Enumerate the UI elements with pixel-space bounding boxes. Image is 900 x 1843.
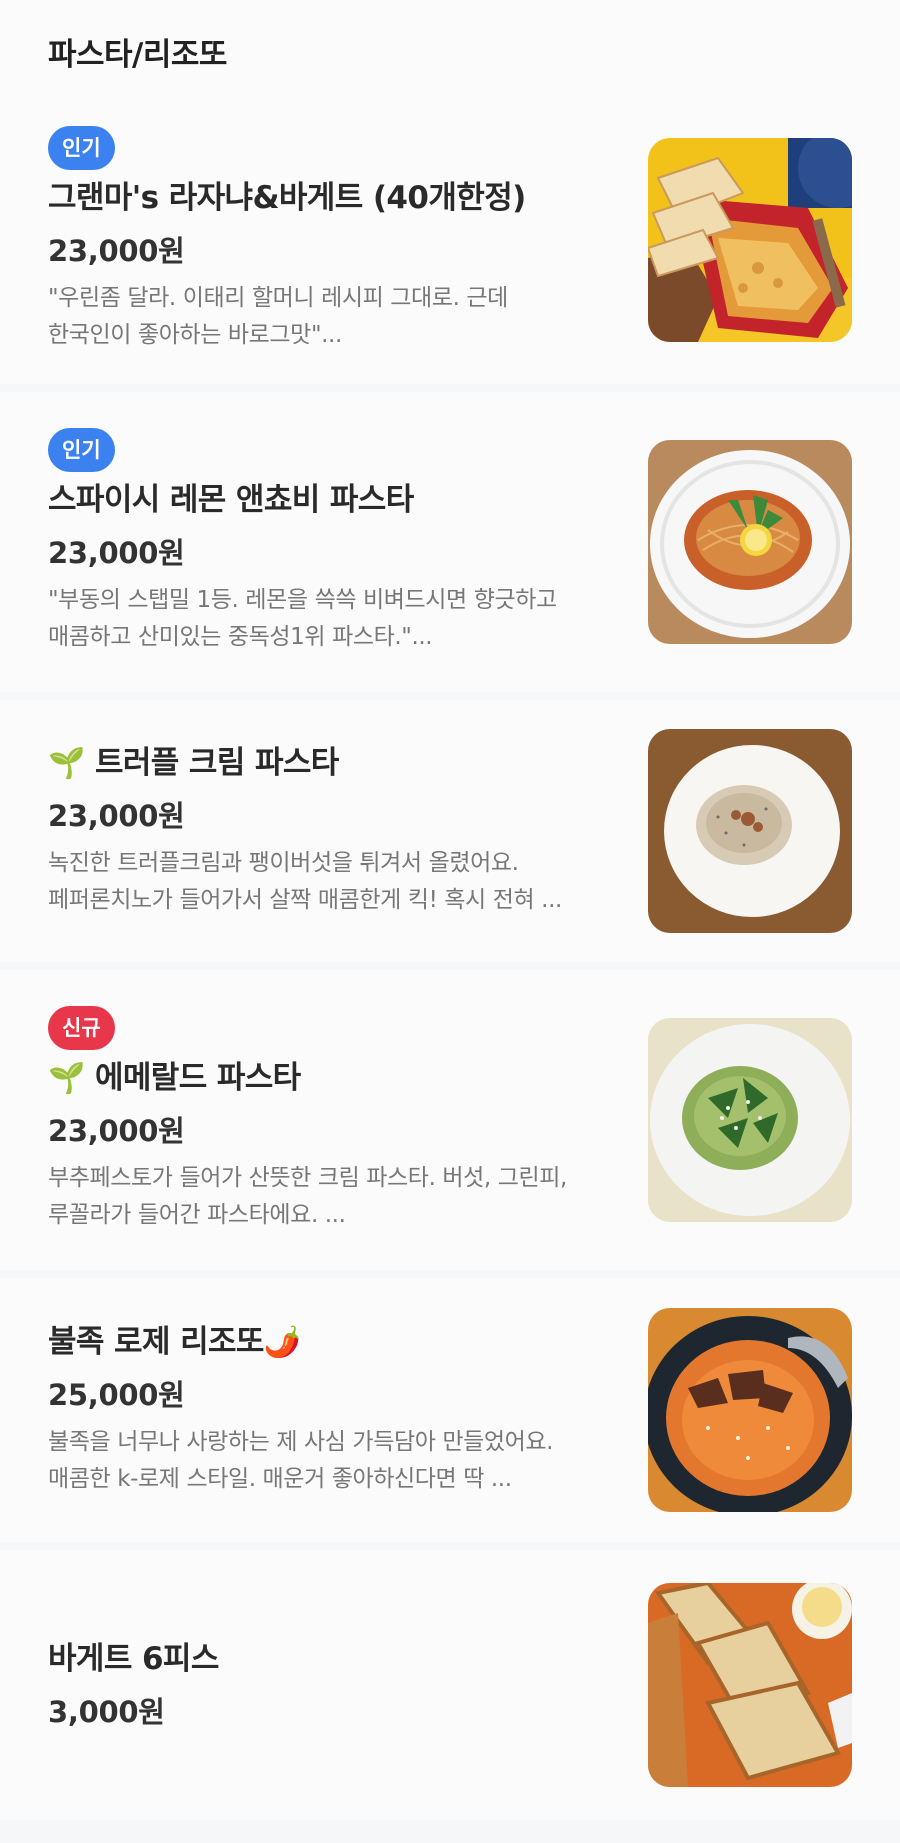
menu-item-info: 🌱 트러플 크림 파스타 23,000원 녹진한 트러플크림과 팽이버섯을 튀겨… bbox=[48, 743, 648, 919]
chili-pepper-icon: 🌶️ bbox=[263, 1325, 301, 1361]
menu-item-price: 23,000원 bbox=[48, 234, 185, 269]
sprout-icon: 🌱 bbox=[48, 1061, 85, 1097]
description-line: 루꼴라가 들어간 파스타에요. ... bbox=[48, 1202, 346, 1229]
menu-item-name-text: 불족 로제 리조또 bbox=[48, 1324, 264, 1361]
description-line: "우린좀 달라. 이태리 할머니 레시피 그대로. 근데 bbox=[48, 285, 508, 312]
menu-item-description: 녹진한 트러플크림과 팽이버섯을 튀겨서 올렸어요. 페퍼론치노가 들어가서 살… bbox=[48, 845, 618, 919]
menu-item-info: 신규 🌱 에메랄드 파스타 23,000원 부추페스토가 들어가 산뜻한 크림 … bbox=[48, 1006, 648, 1234]
menu-item-info: 바게트 6피스 3,000원 bbox=[48, 1639, 648, 1731]
description-line: 부추페스토가 들어가 산뜻한 크림 파스타. 버섯, 그린피, bbox=[48, 1165, 567, 1192]
popular-badge: 인기 bbox=[48, 126, 115, 171]
menu-item-lasagna[interactable]: 인기 그랜마's 라자냐&바게트 (40개한정) 23,000원 "우린좀 달라… bbox=[0, 96, 900, 384]
description-line: 한국인이 좋아하는 바로그맛"... bbox=[48, 322, 342, 349]
menu-item-info: 인기 스파이시 레몬 앤쵸비 파스타 23,000원 "부동의 스탭밀 1등. … bbox=[48, 428, 648, 656]
description-line: 녹진한 트러플크림과 팽이버섯을 튀겨서 올렸어요. bbox=[48, 850, 519, 877]
truffle-cream-pasta-photo bbox=[648, 729, 852, 933]
menu-item-description: "우린좀 달라. 이태리 할머니 레시피 그대로. 근데 한국인이 좋아하는 바… bbox=[48, 280, 618, 354]
menu-item-info: 인기 그랜마's 라자냐&바게트 (40개한정) 23,000원 "우린좀 달라… bbox=[48, 126, 648, 354]
new-badge: 신규 bbox=[48, 1006, 115, 1051]
menu-item-name: 🌱 트러플 크림 파스타 bbox=[48, 743, 618, 783]
menu-item-price: 23,000원 bbox=[48, 799, 185, 834]
description-line: 불족을 너무나 사랑하는 제 사심 가득담아 만들었어요. bbox=[48, 1429, 554, 1456]
menu-item-info: 불족 로제 리조또🌶️ 25,000원 불족을 너무나 사랑하는 제 사심 가득… bbox=[48, 1322, 648, 1498]
description-line: 매콤한 k-로제 스타일. 매운거 좋아하신다면 딱 ... bbox=[48, 1466, 512, 1493]
menu-item-description: 불족을 너무나 사랑하는 제 사심 가득담아 만들었어요. 매콤한 k-로제 스… bbox=[48, 1424, 618, 1498]
menu-item-name: 바게트 6피스 bbox=[48, 1640, 219, 1677]
menu-item-name-text: 에메랄드 파스타 bbox=[94, 1060, 301, 1097]
section-header: 파스타/리조또 bbox=[0, 0, 900, 96]
menu-item-truffle-cream[interactable]: 🌱 트러플 크림 파스타 23,000원 녹진한 트러플크림과 팽이버섯을 튀겨… bbox=[0, 700, 900, 962]
menu-item-name: 스파이시 레몬 앤쵸비 파스타 bbox=[48, 482, 414, 519]
section-title: 파스타/리조또 bbox=[48, 36, 227, 73]
menu-item-description: "부동의 스탭밀 1등. 레몬을 쓱쓱 비벼드시면 향긋하고 매콤하고 산미있는… bbox=[48, 582, 618, 656]
menu-item-name: 그랜마's 라자냐&바게트 (40개한정) bbox=[48, 180, 526, 217]
lemon-anchovy-pasta-photo bbox=[648, 440, 852, 644]
menu-item-name: 불족 로제 리조또🌶️ bbox=[48, 1322, 618, 1362]
menu-item-rose-risotto[interactable]: 불족 로제 리조또🌶️ 25,000원 불족을 너무나 사랑하는 제 사심 가득… bbox=[0, 1278, 900, 1542]
menu-item-name: 🌱 에메랄드 파스타 bbox=[48, 1058, 618, 1098]
description-line: "부동의 스탭밀 1등. 레몬을 쓱쓱 비벼드시면 향긋하고 bbox=[48, 587, 557, 614]
baguette-photo bbox=[648, 1583, 852, 1787]
menu-page: 파스타/리조또 인기 그랜마's 라자냐&바게트 (40개한정) 23,000원… bbox=[0, 0, 900, 1843]
menu-item-price: 23,000원 bbox=[48, 1114, 185, 1149]
menu-item-baguette[interactable]: 바게트 6피스 3,000원 bbox=[0, 1550, 900, 1820]
sprout-icon: 🌱 bbox=[48, 746, 85, 782]
emerald-pasta-photo bbox=[648, 1018, 852, 1222]
popular-badge: 인기 bbox=[48, 428, 115, 473]
menu-item-description: 부추페스토가 들어가 산뜻한 크림 파스타. 버섯, 그린피, 루꼴라가 들어간… bbox=[48, 1160, 618, 1234]
description-line: 매콤하고 산미있는 중독성1위 파스타."... bbox=[48, 624, 433, 651]
menu-item-price: 25,000원 bbox=[48, 1378, 185, 1413]
rose-risotto-photo bbox=[648, 1308, 852, 1512]
menu-item-emerald[interactable]: 신규 🌱 에메랄드 파스타 23,000원 부추페스토가 들어가 산뜻한 크림 … bbox=[0, 970, 900, 1270]
menu-item-name-text: 트러플 크림 파스타 bbox=[94, 745, 339, 782]
menu-item-lemon-anchovy[interactable]: 인기 스파이시 레몬 앤쵸비 파스타 23,000원 "부동의 스탭밀 1등. … bbox=[0, 392, 900, 692]
lasagna-baguette-photo bbox=[648, 138, 852, 342]
description-line: 페퍼론치노가 들어가서 살짝 매콤한게 킥! 혹시 전혀 ... bbox=[48, 887, 562, 914]
menu-item-price: 3,000원 bbox=[48, 1695, 165, 1730]
menu-item-price: 23,000원 bbox=[48, 536, 185, 571]
